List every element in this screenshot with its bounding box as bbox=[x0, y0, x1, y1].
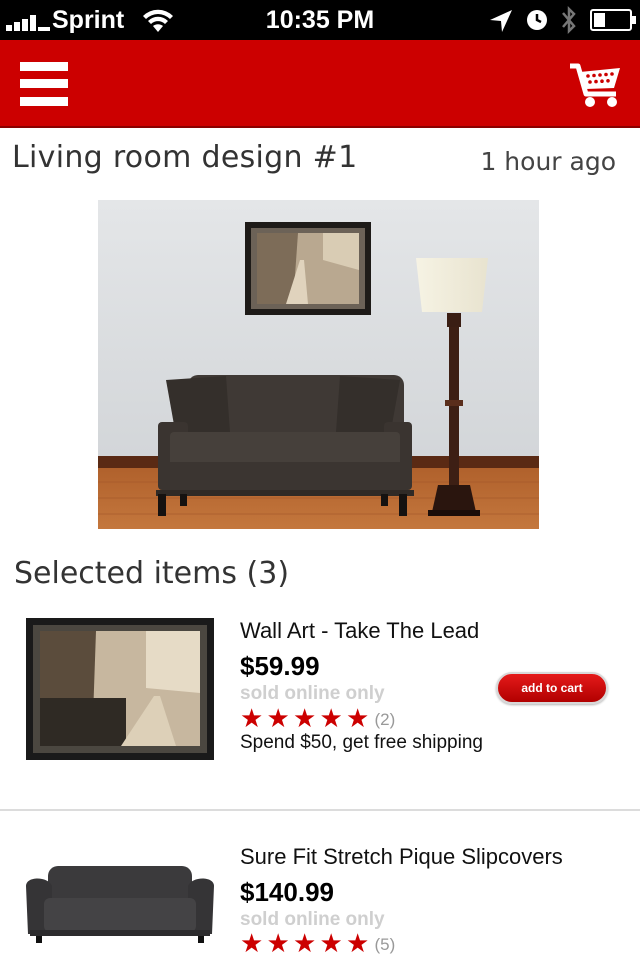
divider bbox=[0, 809, 640, 811]
star-icon: ★ bbox=[319, 928, 343, 958]
rating-stars: ★ ★ ★ ★ ★ (2) bbox=[240, 703, 396, 733]
location-arrow-icon bbox=[490, 10, 512, 32]
star-icon: ★ bbox=[346, 703, 370, 733]
item-name[interactable]: Sure Fit Stretch Pique Slipcovers bbox=[240, 844, 563, 870]
page-title: Living room design #1 bbox=[12, 140, 358, 175]
hamburger-icon[interactable] bbox=[20, 62, 68, 106]
item-price: $59.99 bbox=[240, 651, 320, 681]
star-icon: ★ bbox=[346, 928, 370, 958]
star-icon: ★ bbox=[266, 928, 290, 958]
item-price: $140.99 bbox=[240, 877, 334, 907]
app-header bbox=[0, 40, 640, 128]
item-name[interactable]: Wall Art - Take The Lead bbox=[240, 618, 479, 644]
rating-stars: ★ ★ ★ ★ ★ (5) bbox=[240, 928, 396, 958]
status-bar: Sprint 10:35 PM bbox=[0, 0, 640, 40]
star-icon: ★ bbox=[319, 703, 343, 733]
star-icon: ★ bbox=[240, 703, 264, 733]
selected-items-heading: Selected items (3) bbox=[14, 556, 290, 591]
review-count[interactable]: (5) bbox=[375, 932, 396, 958]
timestamp: 1 hour ago bbox=[480, 147, 616, 176]
star-icon: ★ bbox=[240, 928, 264, 958]
alarm-clock-icon bbox=[527, 10, 547, 30]
availability-note: sold online only bbox=[240, 683, 385, 704]
add-to-cart-button[interactable]: add to cart bbox=[496, 672, 608, 704]
battery-icon bbox=[590, 9, 636, 31]
star-icon: ★ bbox=[293, 703, 317, 733]
room-design-image[interactable] bbox=[98, 200, 539, 529]
star-icon: ★ bbox=[266, 703, 290, 733]
star-icon: ★ bbox=[293, 928, 317, 958]
wall-art-thumbnail[interactable] bbox=[26, 618, 214, 760]
sofa-thumbnail[interactable] bbox=[22, 864, 218, 944]
bluetooth-icon bbox=[562, 5, 576, 35]
shipping-promo: Spend $50, get free shipping bbox=[240, 732, 483, 753]
review-count[interactable]: (2) bbox=[375, 707, 396, 733]
shopping-cart-icon[interactable] bbox=[568, 58, 624, 110]
